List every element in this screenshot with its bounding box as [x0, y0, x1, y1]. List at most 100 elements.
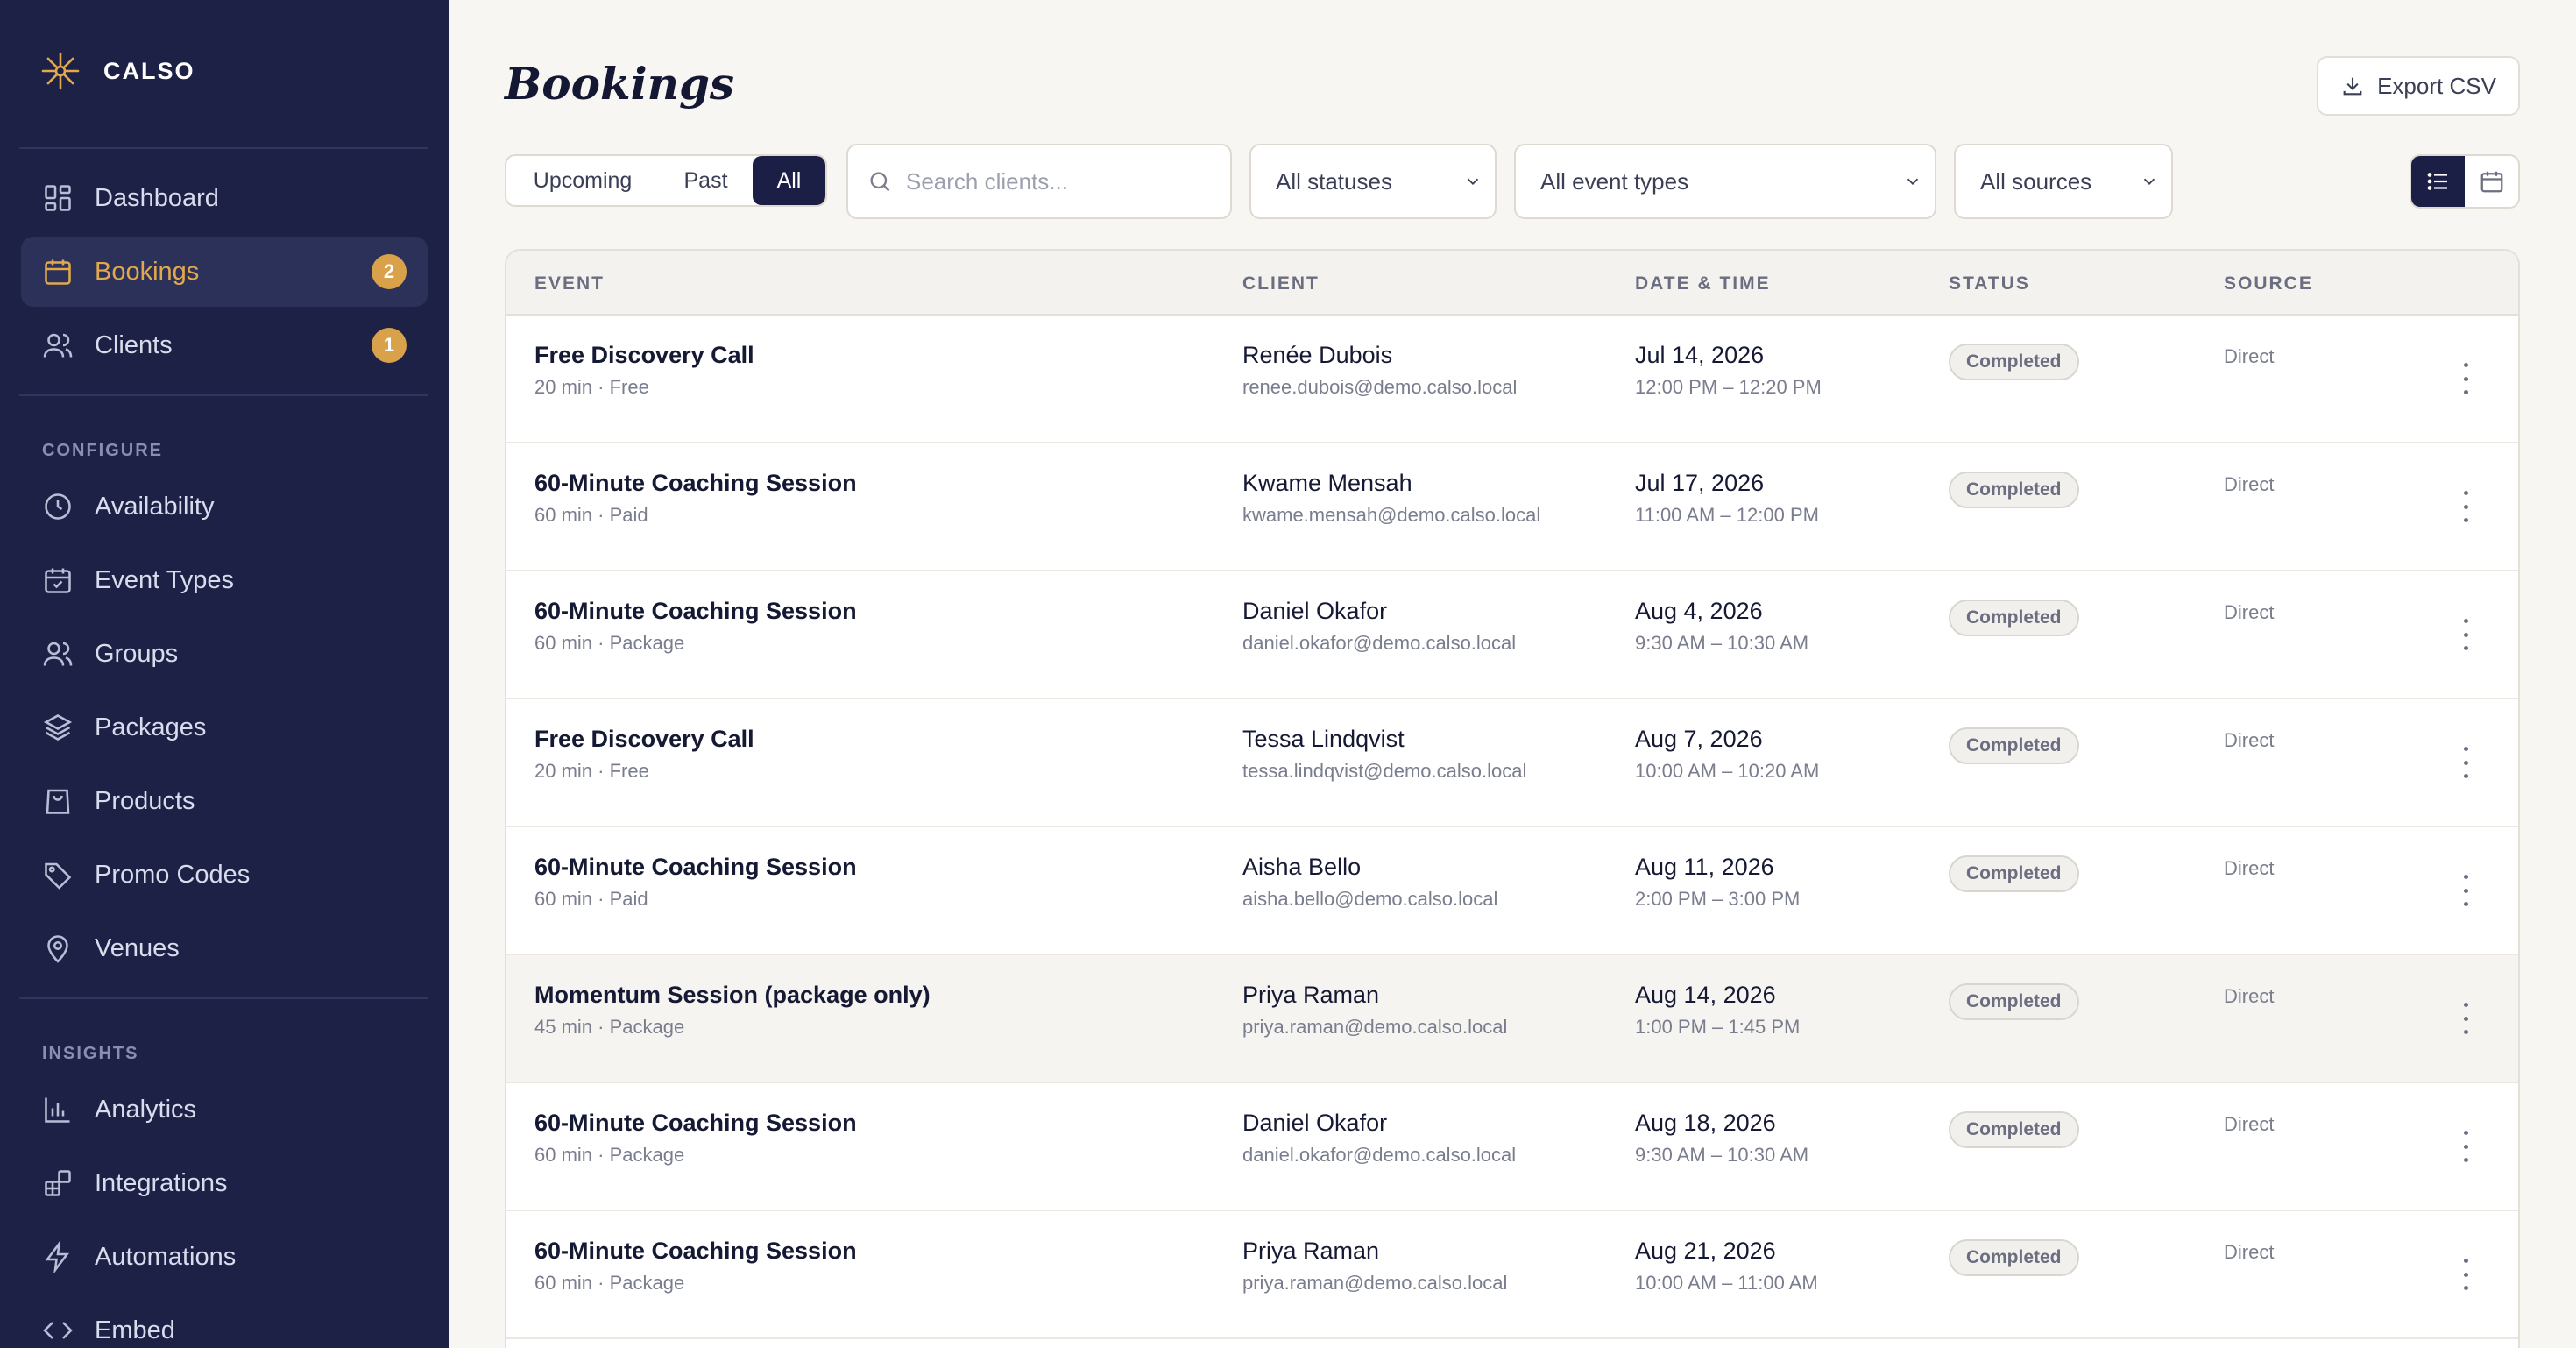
booking-time: 1:00 PM – 1:45 PM [1635, 1016, 1801, 1038]
column-header-source: SOURCE [2224, 273, 2313, 294]
sidebar-item-groups[interactable]: Groups [21, 619, 428, 689]
source-select[interactable]: All sources [1954, 144, 2173, 219]
calendar-view-button[interactable] [2465, 156, 2518, 207]
sidebar-item-clients[interactable]: Clients 1 [21, 310, 428, 380]
event-meta: 60 min · Package [534, 1272, 685, 1294]
map-pin-icon [42, 933, 74, 964]
sidebar-item-products[interactable]: Products [21, 766, 428, 836]
chevron-down-icon [1467, 178, 1479, 186]
date-time-cell: Aug 18, 2026 9:30 AM – 10:30 AM [1635, 1110, 1808, 1167]
segment-all[interactable]: All [752, 156, 825, 205]
table-row[interactable]: 60-Minute Coaching Session 60 min · Packa… [506, 1083, 2518, 1211]
sidebar-item-label: Event Types [95, 565, 235, 594]
sidebar-item-label: Bookings [95, 257, 200, 286]
client-name: Daniel Okafor [1242, 598, 1388, 624]
table-row[interactable]: 60-Minute Coaching Session 60 min · Paid K… [506, 443, 2518, 571]
date-time-cell: Aug 7, 2026 10:00 AM – 10:20 AM [1635, 726, 1819, 783]
more-actions-icon[interactable] [2457, 747, 2474, 778]
event-cell: 60-Minute Coaching Session 60 min · Paid [534, 854, 857, 911]
bookings-table: EVENT CLIENT DATE & TIME STATUS SOURCE F… [505, 249, 2520, 1348]
export-csv-button[interactable]: Export CSV [2317, 56, 2520, 116]
brand[interactable]: CALSO [40, 51, 195, 91]
sidebar-item-label: Availability [95, 492, 215, 521]
client-cell: Kwame Mensah kwame.mensah@demo.calso.loca… [1242, 470, 1540, 527]
status-badge: Completed [1949, 727, 2079, 764]
status-badge: Completed [1949, 344, 2079, 380]
sidebar-item-packages[interactable]: Packages [21, 692, 428, 763]
sidebar-item-automations[interactable]: Automations [21, 1222, 428, 1292]
more-actions-icon[interactable] [2457, 363, 2474, 394]
more-actions-icon[interactable] [2457, 1003, 2474, 1034]
shopping-bag-icon [42, 785, 74, 817]
sun-logo-icon [41, 52, 80, 90]
date-time-cell: Jul 17, 2026 11:00 AM – 12:00 PM [1635, 470, 1819, 527]
chevron-down-icon [2143, 178, 2155, 186]
source-label: Direct [2224, 857, 2275, 879]
more-actions-icon[interactable] [2457, 491, 2474, 522]
export-label: Export CSV [2377, 72, 2496, 99]
sidebar-item-event-types[interactable]: Event Types [21, 545, 428, 615]
segment-upcoming[interactable]: Upcoming [506, 156, 659, 205]
client-name: Daniel Okafor [1242, 1110, 1388, 1136]
column-header-status: STATUS [1949, 273, 2030, 294]
more-actions-icon[interactable] [2457, 619, 2474, 650]
table-row[interactable]: Free Discovery Call 20 min · Free Tessa Li… [506, 699, 2518, 827]
calendar-check-icon [42, 564, 74, 596]
table-row[interactable]: 60-Minute Coaching Session 60 min · Paid A… [506, 827, 2518, 955]
list-icon [2427, 173, 2447, 190]
sidebar-item-analytics[interactable]: Analytics [21, 1075, 428, 1145]
sidebar-item-label: Products [95, 786, 195, 815]
client-cell: Priya Raman priya.raman@demo.calso.local [1242, 1238, 1507, 1295]
sidebar-item-label: Promo Codes [95, 860, 251, 889]
event-type-select[interactable]: All event types [1514, 144, 1936, 219]
search-input[interactable] [906, 167, 1221, 195]
status-badge: Completed [1949, 600, 2079, 636]
booking-date: Aug 21, 2026 [1635, 1238, 1776, 1264]
sidebar-item-label: Integrations [95, 1168, 228, 1197]
sidebar-item-availability[interactable]: Availability [21, 472, 428, 542]
column-header-client: CLIENT [1242, 273, 1320, 294]
client-email: tessa.lindqvist@demo.calso.local [1242, 760, 1527, 782]
sidebar-item-promo-codes[interactable]: Promo Codes [21, 840, 428, 910]
event-name: 60-Minute Coaching Session [534, 1238, 857, 1264]
table-row[interactable]: 60-Minute Coaching Session 60 min · Packa… [506, 1211, 2518, 1339]
sidebar-item-integrations[interactable]: Integrations [21, 1148, 428, 1218]
client-cell: Aisha Bello aisha.bello@demo.calso.local [1242, 854, 1497, 911]
search-icon [870, 172, 890, 192]
brand-name: CALSO [103, 57, 195, 84]
section-label-configure: CONFIGURE [42, 441, 163, 460]
more-actions-icon[interactable] [2457, 1131, 2474, 1162]
sidebar-item-dashboard[interactable]: Dashboard [21, 163, 428, 233]
table-header: EVENT CLIENT DATE & TIME STATUS SOURCE [506, 251, 2518, 316]
client-email: aisha.bello@demo.calso.local [1242, 888, 1498, 910]
table-row[interactable]: Free Discovery Call 20 min · Free Renée Du… [506, 316, 2518, 443]
table-row[interactable]: 60-Minute Coaching Session 60 min · Packa… [506, 571, 2518, 699]
event-meta: 20 min · Free [534, 376, 649, 398]
sidebar-item-venues[interactable]: Venues [21, 913, 428, 983]
divider [19, 394, 428, 396]
sidebar-item-label: Groups [95, 639, 179, 668]
client-cell: Daniel Okafor daniel.okafor@demo.calso.lo… [1242, 1110, 1516, 1167]
event-cell: Free Discovery Call 20 min · Free [534, 342, 754, 399]
event-meta: 60 min · Paid [534, 888, 648, 910]
download-icon [2343, 77, 2362, 96]
status-badge: Completed [1949, 855, 2079, 892]
sidebar-item-bookings[interactable]: Bookings 2 [21, 237, 428, 307]
client-email: renee.dubois@demo.calso.local [1242, 376, 1518, 398]
more-actions-icon[interactable] [2457, 1259, 2474, 1290]
list-view-button[interactable] [2411, 156, 2465, 207]
table-row[interactable]: Momentum Session (package only) 45 min · … [506, 955, 2518, 1083]
event-meta: 60 min · Package [534, 632, 685, 654]
calendar-icon [2480, 171, 2502, 193]
divider [19, 147, 428, 149]
section-label-insights: INSIGHTS [42, 1044, 139, 1063]
bar-chart-icon [42, 1094, 74, 1125]
source-label: Direct [2224, 601, 2275, 623]
more-actions-icon[interactable] [2457, 875, 2474, 906]
source-label: Direct [2224, 473, 2275, 495]
booking-date: Aug 4, 2026 [1635, 598, 1763, 624]
sidebar-item-embed[interactable]: Embed [21, 1295, 428, 1348]
segment-past[interactable]: Past [659, 156, 753, 205]
client-email: daniel.okafor@demo.calso.local [1242, 1144, 1517, 1166]
status-select[interactable]: All statuses [1249, 144, 1497, 219]
